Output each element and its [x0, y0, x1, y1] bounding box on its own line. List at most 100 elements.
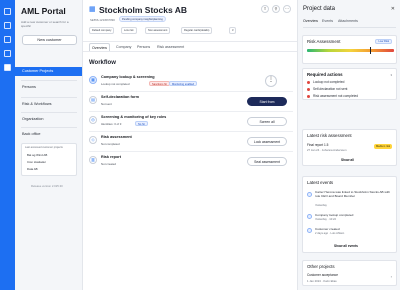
event-text: Customer created	[315, 227, 340, 231]
sidebar-item-risk-workflows[interactable]: Risk & Workflows	[15, 100, 82, 109]
tag-chip[interactable]: Non assessment	[145, 27, 171, 34]
tab-pd-overview[interactable]: Overview	[303, 19, 318, 23]
sidebar: AML Portal Add a new customer or search …	[15, 0, 83, 290]
projects-icon[interactable]	[4, 64, 11, 71]
org-number: SE556-1234567890	[90, 18, 115, 22]
company-header: ▦ Stockholm Stocks AB ⇪ ⚲ ⋯ SE556-123456…	[83, 0, 297, 42]
workflow-step: ▦ Company lookup & screening Lookup not …	[89, 72, 293, 92]
app-title: AML Portal	[21, 6, 66, 16]
chevron-right-icon[interactable]: ›	[391, 274, 392, 279]
close-icon[interactable]: ✕	[391, 6, 395, 12]
card-title: Risk Assessment	[307, 39, 341, 44]
divider	[21, 112, 77, 113]
document-icon: ▤	[89, 96, 97, 104]
event-time: Yesterday · 10:22	[315, 218, 336, 221]
users-icon: ◎	[89, 116, 97, 124]
report-icon: ▥	[89, 156, 97, 164]
alert-dot-icon	[307, 80, 310, 84]
main-content: ▦ Stockholm Stocks AB ⇪ ⚲ ⋯ SE556-123456…	[83, 0, 297, 290]
sidebar-item-persons[interactable]: Persons	[15, 83, 82, 92]
show-all-events-link[interactable]: Show all events	[334, 244, 358, 248]
tab-pd-attachments[interactable]: Attachments	[338, 19, 358, 23]
more-options-button[interactable]: ⋮	[265, 75, 277, 87]
card-title: Latest risk assessment	[307, 133, 352, 138]
sidebar-item-back-office[interactable]: Back office	[15, 130, 82, 139]
project-data-panel: Project data ✕ Overview Events Attachmen…	[297, 0, 400, 290]
card-title: Latest events	[307, 180, 334, 185]
recent-item[interactable]: Cion Howlader	[27, 160, 46, 164]
link-icon[interactable]: ⚲	[272, 5, 280, 13]
sidebar-item-customer-projects[interactable]: Customer Projects	[15, 67, 82, 76]
project-link[interactable]: Customer acceptance	[307, 273, 338, 277]
tag-count[interactable]: 3	[229, 27, 237, 34]
step-status: Identities: 3 of 3	[101, 122, 122, 126]
status-badge: Pending company insights/planning	[119, 16, 166, 22]
release-version: Release version 2.025.30	[31, 184, 63, 188]
other-projects-card: Other projects Customer acceptance 1 Jan…	[302, 260, 397, 286]
recent-title: Last accessed customer projects	[25, 146, 63, 149]
share-icon[interactable]: ⇪	[261, 5, 269, 13]
tab-pd-events[interactable]: Events	[322, 19, 333, 23]
step-name: Company lookup & screening	[101, 75, 155, 79]
action-item[interactable]: Lookup not completed	[307, 80, 344, 84]
step-status: Not created	[101, 162, 116, 166]
app-subtitle: Add a new customer or search for a speci…	[21, 20, 69, 28]
step-name: Screening & monitoring of key roles	[101, 115, 167, 119]
tab-risk-assessment[interactable]: Risk assessment	[157, 43, 184, 51]
tab-bar: Overview Company Persons Risk assessment	[83, 42, 297, 52]
start-form-button[interactable]: Start from	[247, 97, 287, 106]
step-status: Not completed	[101, 142, 120, 146]
seal-assessment-button[interactable]: Seal assessment	[247, 157, 287, 166]
tag-chip[interactable]: Default company	[89, 27, 115, 34]
screen-all-button[interactable]: Screen all	[247, 117, 287, 126]
icon-rail	[0, 0, 15, 290]
latest-risk-card: Latest risk assessment Final report 1.5 …	[302, 129, 397, 166]
event-time: 2 days ago · Luis Ahlsén	[315, 232, 345, 235]
tab-persons[interactable]: Persons	[137, 43, 150, 51]
report-name[interactable]: Final report 1.5	[307, 143, 328, 147]
monitoring-badge: Monitoring enabled	[169, 81, 198, 86]
step-name: Risk assessment	[101, 135, 132, 139]
workflow-step: ◎ Screening & monitoring of key roles Id…	[89, 112, 293, 132]
new-customer-button[interactable]: New customer	[22, 35, 77, 45]
home-icon[interactable]	[4, 8, 11, 15]
step-icon: ▦	[89, 76, 97, 84]
alert-dot-icon	[307, 87, 310, 91]
users-icon[interactable]	[4, 22, 11, 29]
divider	[21, 97, 77, 98]
show-all-link[interactable]: Show all	[341, 158, 354, 162]
step-name: Self-declaration form	[101, 95, 139, 99]
risk-gauge	[307, 49, 394, 52]
card-title: Other projects	[307, 264, 335, 269]
action-item[interactable]: Self-declaration not sent	[307, 87, 347, 91]
tag-chip[interactable]: Low risk	[121, 27, 137, 34]
latest-events-card: Latest events Carter Herona was linked t…	[302, 176, 397, 253]
project-meta: 1 Jan 2024 · Karin Elias	[307, 279, 337, 283]
step-status: Lookup not completed	[101, 82, 130, 86]
risk-level-badge: Low Risk	[375, 39, 392, 44]
workflow-step: ▥ Risk report Not created Seal assessmen…	[89, 152, 293, 172]
risk-gauge-marker	[369, 47, 372, 54]
building-icon: ▦	[89, 6, 96, 13]
action-item[interactable]: Risk assessment not completed	[307, 94, 358, 98]
sidebar-item-organization[interactable]: Organization	[15, 115, 82, 124]
risk-badge: Medium risk	[374, 144, 392, 149]
recent-item[interactable]: Data AB	[27, 167, 38, 171]
no-hit-badge: No hit	[135, 121, 148, 126]
step-name: Risk report	[101, 155, 122, 159]
folder-icon[interactable]	[4, 36, 11, 43]
tag-chip[interactable]: Regular cards(details)	[181, 27, 213, 34]
workflow-step: ◇ Risk assessment Not completed Lock ass…	[89, 132, 293, 152]
tab-overview[interactable]: Overview	[89, 43, 110, 51]
event-time: Yesterday	[315, 204, 327, 207]
lock-assessment-button[interactable]: Lock assessment	[247, 137, 287, 146]
more-icon[interactable]: ⋯	[283, 5, 291, 13]
card-title: Required actions	[307, 72, 343, 77]
settings-icon[interactable]	[4, 50, 11, 57]
tab-company[interactable]: Company	[116, 43, 131, 51]
action-count: 3	[390, 73, 392, 77]
recent-item[interactable]: Bat ag Wind AB	[27, 153, 47, 157]
alert-dot-icon	[307, 94, 310, 98]
event-icon	[307, 214, 312, 219]
workflow-step: ▤ Self-declaration form Not sent Start f…	[89, 92, 293, 112]
